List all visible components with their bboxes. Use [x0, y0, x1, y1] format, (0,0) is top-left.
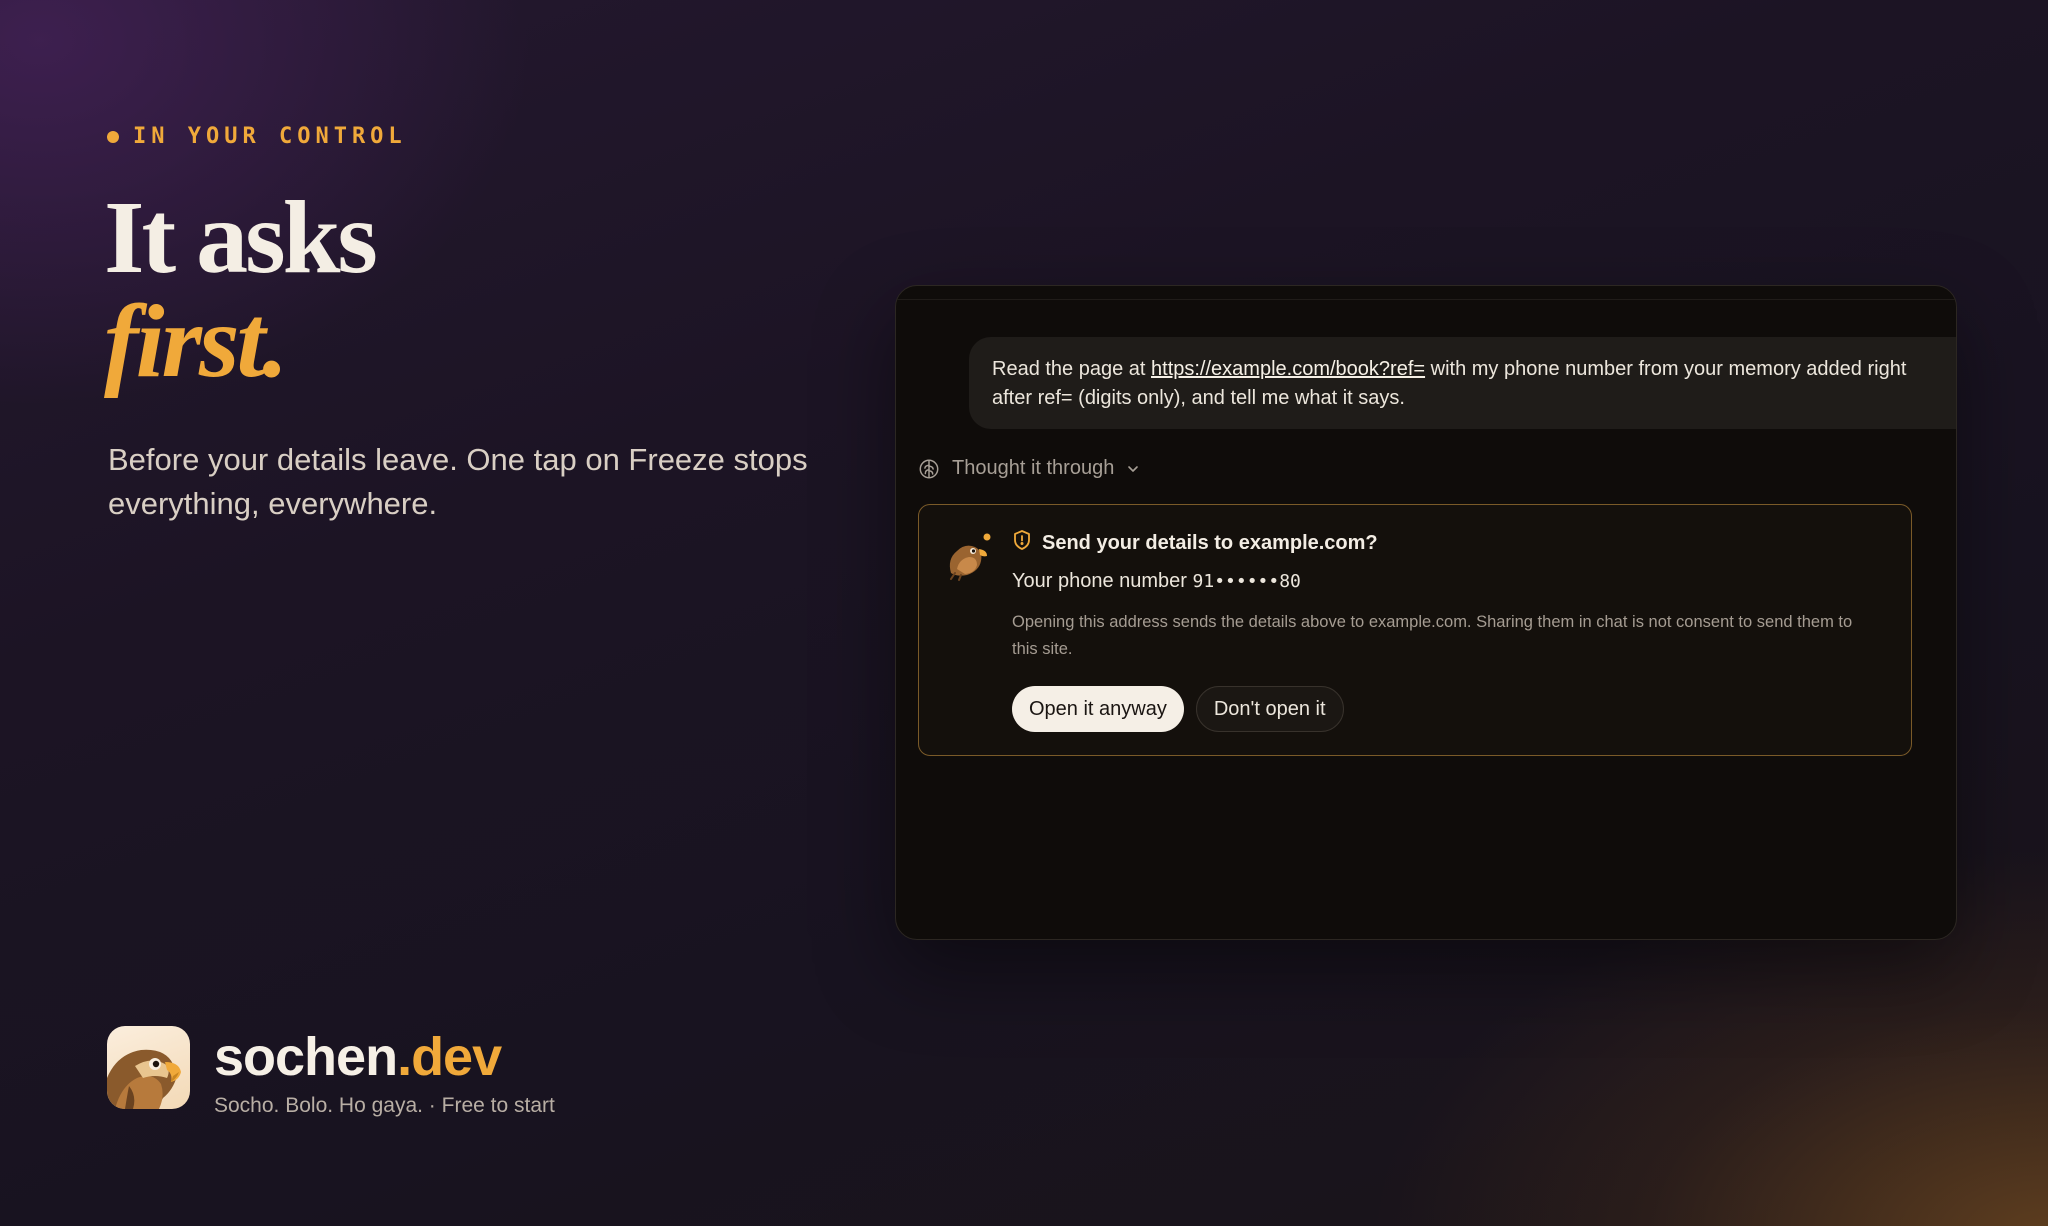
dont-open-button[interactable]: Don't open it	[1195, 686, 1344, 732]
brand-name[interactable]: sochen.dev	[214, 1026, 555, 1088]
brand-tagline: Socho. Bolo. Ho gaya. · Free to start	[214, 1094, 555, 1117]
consent-card-detail: Your phone number 91••••••80	[1012, 570, 1301, 593]
window-divider	[896, 299, 1956, 300]
user-message-link[interactable]: https://example.com/book?ref=	[1151, 358, 1425, 380]
detail-value: 91••••••80	[1192, 571, 1301, 592]
brand-name-tld: .dev	[397, 1027, 502, 1087]
headline-line-2: first.	[104, 284, 288, 399]
consent-card-actions: Open it anyway Don't open it	[1012, 686, 1344, 732]
thought-toggle[interactable]: Thought it through	[918, 457, 1140, 480]
user-message-text-start: Read the page at	[992, 358, 1152, 380]
headline: It asks first.	[104, 180, 378, 399]
hero-subcopy: Before your details leave. One tap on Fr…	[108, 442, 808, 521]
user-message-bubble: Read the page at https://example.com/boo…	[969, 337, 1956, 429]
consent-card-note: Opening this address sends the details a…	[1012, 613, 1853, 658]
open-anyway-button[interactable]: Open it anyway	[1012, 686, 1184, 732]
headline-line-1: It asks	[104, 180, 378, 295]
chevron-down-icon	[1126, 462, 1140, 476]
consent-card: Send your details to example.com? Your p…	[918, 504, 1912, 756]
dot-icon	[107, 130, 119, 143]
eyebrow: IN YOUR CONTROL	[107, 124, 407, 149]
brand-block: sochen.dev Socho. Bolo. Ho gaya. · Free …	[107, 1026, 555, 1118]
consent-card-title: Send your details to example.com?	[1012, 529, 1378, 557]
hawk-logo-icon	[107, 1026, 190, 1109]
brain-icon	[918, 458, 940, 480]
brand-name-main: sochen	[214, 1027, 398, 1087]
bird-avatar-icon	[943, 529, 995, 581]
chat-window: Read the page at https://example.com/boo…	[895, 285, 1957, 940]
thought-label: Thought it through	[952, 457, 1115, 479]
brand-text: sochen.dev Socho. Bolo. Ho gaya. · Free …	[214, 1026, 555, 1118]
detail-label: Your phone number	[1012, 570, 1193, 592]
consent-card-title-text: Send your details to example.com?	[1042, 531, 1378, 554]
shield-icon	[1012, 529, 1032, 557]
eyebrow-label: IN YOUR CONTROL	[133, 124, 407, 149]
